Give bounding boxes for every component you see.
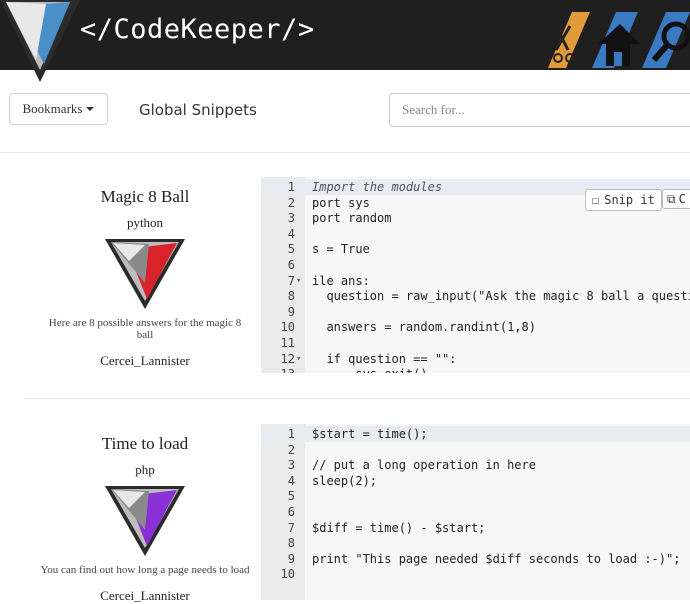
bookmarks-label: Bookmarks (22, 101, 83, 116)
code-line[interactable]: 12 ▾ if question == "": (261, 351, 690, 367)
copy-label: C (678, 192, 686, 206)
code-text: question = raw_input("Ask the magic 8 ba… (312, 289, 690, 304)
line-number: 2 (287, 195, 295, 210)
copy-button[interactable]: ⧉ C (662, 189, 690, 209)
code-text: port sys (312, 195, 370, 210)
line-number: 9 (287, 551, 295, 566)
line-number: 3 (287, 458, 295, 473)
divider (24, 398, 690, 399)
line-number: 6 (287, 258, 295, 272)
code-text: port random (312, 211, 392, 226)
code-text: $diff = time() - $start; (312, 520, 486, 535)
code-text: $start = time(); (312, 427, 428, 441)
snippet-title[interactable]: Magic 8 Ball (30, 187, 260, 207)
line-number: 7 (287, 520, 295, 535)
language-triangle-icon (105, 486, 185, 556)
code-text: if question == "": (312, 351, 457, 366)
header-tools-art-icon (548, 12, 690, 68)
code-text: Import the modules (312, 180, 443, 194)
fold-arrow-icon[interactable]: ▾ (296, 351, 301, 367)
code-line[interactable]: 13 sys.exit() (261, 366, 690, 373)
search-input[interactable] (389, 93, 690, 127)
snippet-description: Here are 8 possible answers for the magi… (48, 317, 242, 341)
code-line[interactable]: 9 print "This page needed $diff seconds t… (261, 551, 690, 567)
code-line[interactable]: 1 $start = time(); (261, 426, 690, 442)
snippet-language: python (126, 215, 164, 230)
code-line[interactable]: 10 answers = random.randint(1,8) (261, 319, 690, 335)
snippet-title[interactable]: Time to load (30, 434, 260, 454)
line-number: 10 (280, 320, 295, 335)
code-text: answers = random.randint(1,8) (312, 320, 536, 335)
site-header: </CodeKeeper/> (0, 0, 690, 82)
code-line[interactable]: 8 question = raw_input("Ask the magic 8 … (261, 288, 690, 304)
line-number: 8 (287, 289, 295, 304)
language-triangle-icon (105, 239, 185, 309)
line-number: 7 (287, 273, 295, 288)
code-line[interactable]: 9 (261, 304, 690, 320)
line-number: 4 (287, 473, 295, 488)
line-number: 3 (287, 211, 295, 226)
code-line[interactable]: 10 (261, 566, 690, 582)
code-line[interactable]: 3 port random (261, 210, 690, 226)
line-number: 10 (280, 567, 295, 582)
code-text: sys.exit() (312, 366, 427, 373)
line-number: 8 (287, 536, 295, 551)
caret-down-icon (86, 107, 95, 111)
snippet-meta: Time to load php You can find out how lo… (30, 434, 260, 604)
code-line[interactable]: 2 (261, 442, 690, 458)
page-title: Global Snippets (139, 101, 257, 119)
snip-it-button[interactable]: ☐ Snip it (585, 189, 662, 211)
line-number: 11 (280, 336, 295, 350)
snippet-author[interactable]: Cercei_Lannister (30, 353, 260, 369)
code-text: // put a long operation in here (312, 458, 536, 473)
bookmark-icon: ☐ (592, 193, 600, 207)
line-number: 9 (287, 304, 295, 319)
code-text: ile ans: (312, 273, 370, 288)
code-line[interactable]: 7 $diff = time() - $start; (261, 520, 690, 536)
codekeeper-logo-icon[interactable] (0, 0, 80, 82)
snippet-description: You can find out how long a page needs t… (40, 564, 250, 576)
line-number: 1 (287, 427, 295, 441)
line-number: 1 (287, 180, 295, 194)
code-text: print "This page needed $diff seconds to… (312, 551, 681, 566)
code-line[interactable]: 5 (261, 488, 690, 504)
code-text: s = True (312, 242, 370, 257)
code-line[interactable]: 6 (261, 257, 690, 273)
snip-it-label: Snip it (604, 193, 655, 207)
code-line[interactable]: 7 ▾ ile ans: (261, 273, 690, 289)
code-editor[interactable]: 1 $start = time(); 2 3 // put a long operati… (261, 424, 690, 600)
line-number: 2 (287, 442, 295, 457)
line-number: 6 (287, 505, 295, 519)
code-line[interactable]: 6 (261, 504, 690, 520)
code-text: sleep(2); (312, 473, 378, 488)
code-line[interactable]: 4 sleep(2); (261, 473, 690, 489)
line-number: 13 (261, 366, 295, 373)
snippet-language: php (135, 462, 155, 477)
divider (0, 152, 690, 153)
brand-name[interactable]: </CodeKeeper/> (80, 14, 315, 45)
code-line[interactable]: 4 (261, 226, 690, 242)
line-number: 5 (287, 242, 295, 257)
snippet-author[interactable]: Cercei_Lannister (30, 588, 260, 604)
bookmarks-dropdown-button[interactable]: Bookmarks (9, 93, 108, 125)
code-line[interactable]: 8 (261, 535, 690, 551)
code-line[interactable]: 11 (261, 335, 690, 351)
fold-arrow-icon[interactable]: ▾ (296, 273, 301, 289)
code-line[interactable]: 5 s = True (261, 241, 690, 257)
line-number: 5 (287, 489, 295, 504)
code-line[interactable]: 3 // put a long operation in here (261, 457, 690, 473)
line-number: 12 (280, 351, 295, 366)
snippet-meta: Magic 8 Ball python Here are 8 possible … (30, 187, 260, 369)
line-number: 4 (287, 226, 295, 241)
copy-icon: ⧉ (667, 191, 676, 206)
